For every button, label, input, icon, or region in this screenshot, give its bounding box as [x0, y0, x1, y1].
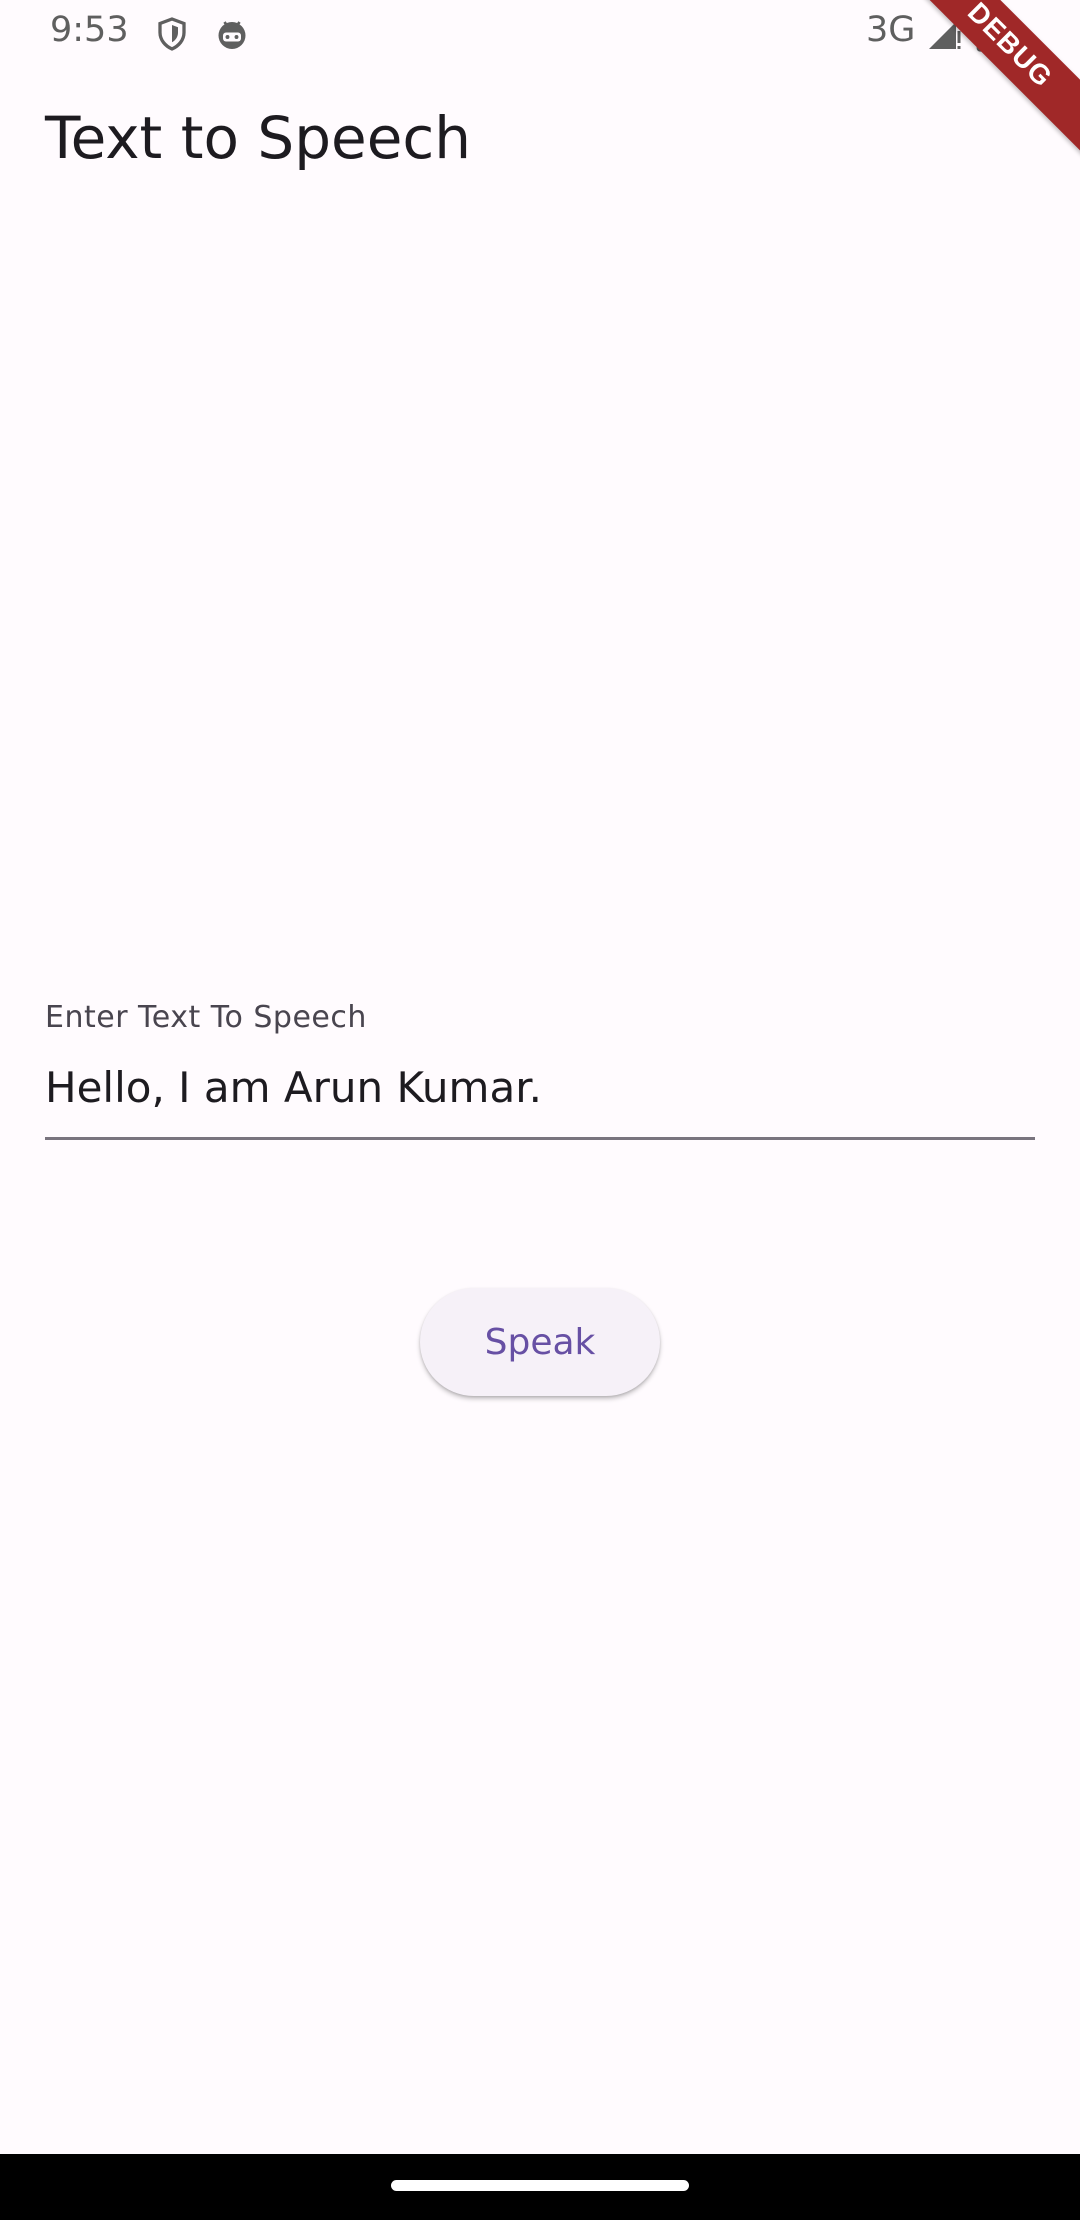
speech-text-input[interactable]: [45, 1042, 1035, 1132]
android-icon: [218, 21, 246, 49]
page-title: Text to Speech: [45, 104, 472, 172]
home-indicator[interactable]: [391, 2180, 689, 2191]
network-type: 3G: [866, 10, 916, 50]
status-bar: 9:53 3G: [0, 0, 1080, 66]
text-field-underline: [45, 1137, 1035, 1140]
text-field-label: Enter Text To Speech: [45, 1000, 367, 1035]
speak-button[interactable]: Speak: [420, 1288, 660, 1396]
shield-icon: [158, 17, 186, 51]
status-time: 9:53: [50, 10, 129, 50]
app-screen: 9:53 3G DEBUG Text to Speech Enter Text …: [0, 0, 1080, 2220]
